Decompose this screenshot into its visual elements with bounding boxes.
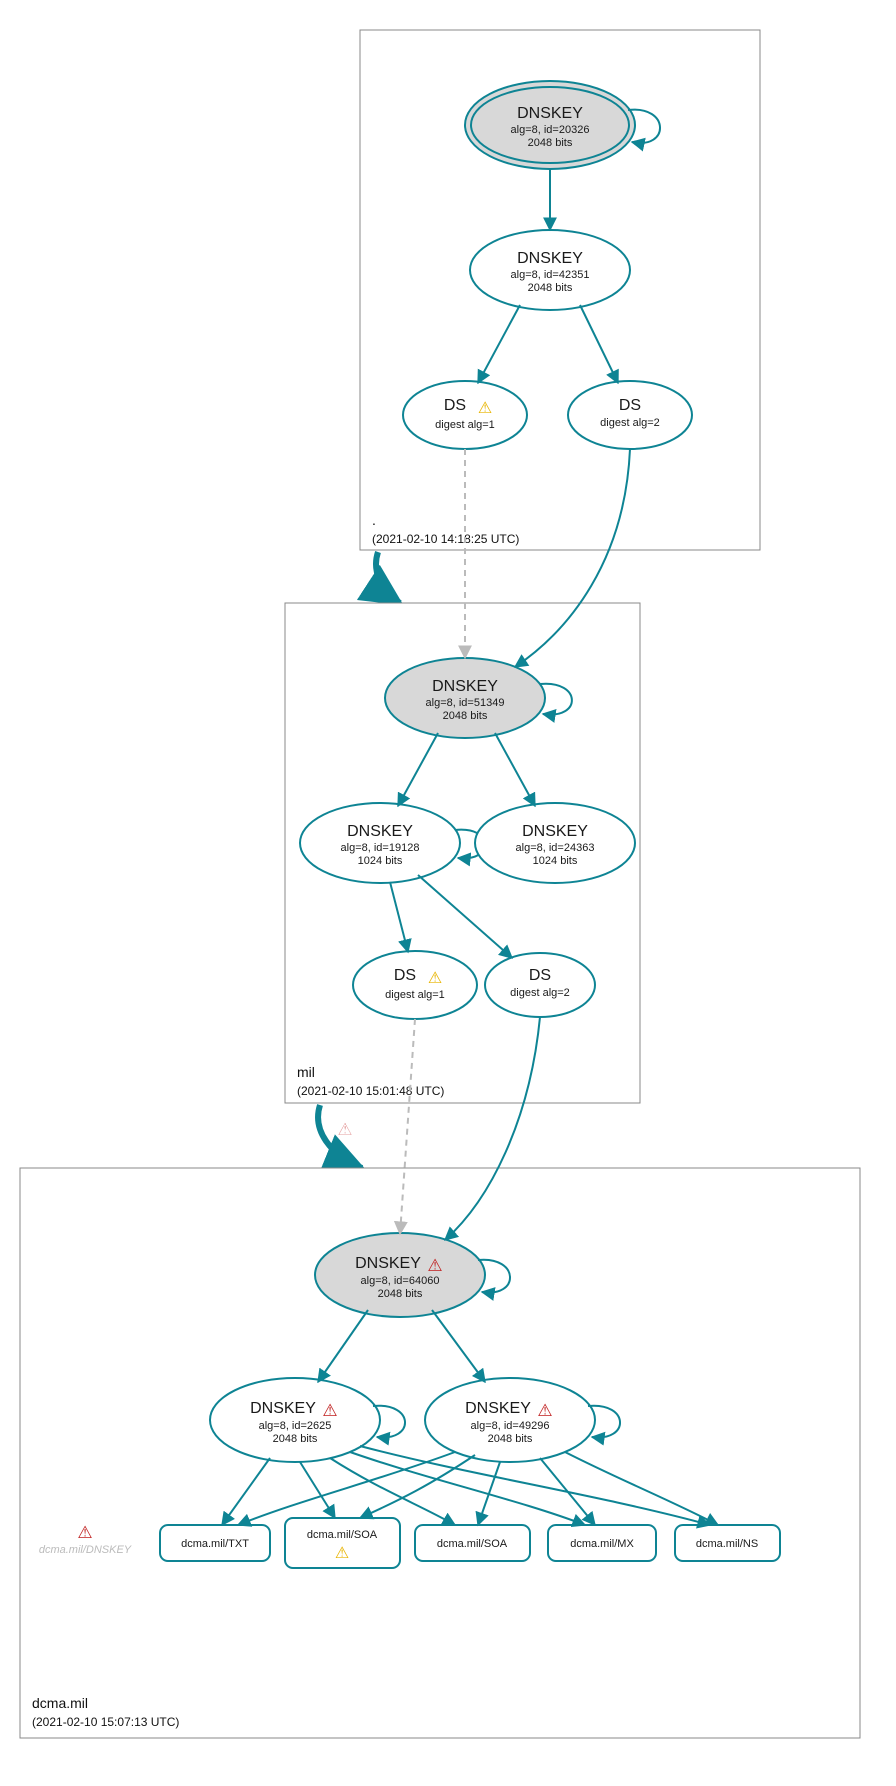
zone-root: . (2021-02-10 14:18:25 UTC) DNSKEY alg=8… [360, 30, 760, 550]
svg-text:alg=8, id=24363: alg=8, id=24363 [516, 842, 595, 854]
zone-root-timestamp: (2021-02-10 14:18:25 UTC) [372, 532, 519, 546]
zone-mil-label: mil [297, 1064, 315, 1080]
node-dcma-ksk[interactable]: DNSKEY ⚠ alg=8, id=64060 2048 bits [315, 1233, 485, 1317]
svg-text:DS: DS [529, 967, 551, 984]
svg-text:alg=8, id=19128: alg=8, id=19128 [341, 842, 420, 854]
svg-text:digest alg=1: digest alg=1 [385, 989, 445, 1001]
svg-text:2048 bits: 2048 bits [528, 282, 573, 294]
rr-soa-warn[interactable]: dcma.mil/SOA ⚠ [285, 1518, 400, 1568]
node-mil-zsk2[interactable]: DNSKEY alg=8, id=24363 1024 bits [475, 803, 635, 883]
error-icon: ⚠ [77, 1523, 92, 1542]
zone-dcma: dcma.mil (2021-02-10 15:07:13 UTC) DNSKE… [20, 1017, 860, 1738]
svg-text:DNSKEY: DNSKEY [517, 250, 583, 267]
svg-text:2048 bits: 2048 bits [443, 710, 488, 722]
svg-text:dcma.mil/NS: dcma.mil/NS [696, 1538, 758, 1550]
svg-text:DNSKEY: DNSKEY [250, 1400, 316, 1417]
svg-text:DNSKEY: DNSKEY [465, 1400, 531, 1417]
zone-root-label: . [372, 512, 376, 528]
svg-text:alg=8, id=2625: alg=8, id=2625 [259, 1420, 332, 1432]
svg-text:1024 bits: 1024 bits [533, 855, 578, 867]
svg-text:alg=8, id=42351: alg=8, id=42351 [511, 269, 590, 281]
edge-delegation-root-mil [376, 552, 400, 603]
svg-text:dcma.mil/SOA: dcma.mil/SOA [307, 1529, 378, 1541]
svg-text:dcma.mil/TXT: dcma.mil/TXT [181, 1538, 249, 1550]
svg-text:2048 bits: 2048 bits [528, 137, 573, 149]
error-icon: ⚠ [427, 1256, 442, 1275]
svg-text:DNSKEY: DNSKEY [432, 678, 498, 695]
node-mil-ksk[interactable]: DNSKEY alg=8, id=51349 2048 bits [385, 658, 545, 738]
svg-text:digest alg=2: digest alg=2 [510, 987, 570, 999]
rr-mx[interactable]: dcma.mil/MX [548, 1525, 656, 1561]
svg-text:DS: DS [394, 967, 416, 984]
svg-text:dcma.mil/MX: dcma.mil/MX [570, 1538, 634, 1550]
error-icon: ⚠ [337, 1120, 352, 1139]
svg-text:1024 bits: 1024 bits [358, 855, 403, 867]
svg-text:dcma.mil/DNSKEY: dcma.mil/DNSKEY [39, 1544, 132, 1556]
svg-text:DS: DS [619, 397, 641, 414]
svg-text:digest alg=2: digest alg=2 [600, 417, 660, 429]
error-icon: ⚠ [322, 1401, 337, 1420]
svg-text:dcma.mil/SOA: dcma.mil/SOA [437, 1538, 508, 1550]
node-root-ksk[interactable]: DNSKEY alg=8, id=20326 2048 bits [465, 81, 635, 169]
warning-icon: ⚠ [478, 400, 492, 417]
node-root-ds1[interactable]: DS ⚠ digest alg=1 [403, 381, 527, 449]
svg-text:alg=8, id=20326: alg=8, id=20326 [511, 124, 590, 136]
svg-text:2048 bits: 2048 bits [488, 1433, 533, 1445]
zone-dcma-timestamp: (2021-02-10 15:07:13 UTC) [32, 1715, 179, 1729]
warning-icon: ⚠ [428, 970, 442, 987]
node-dcma-zsk1[interactable]: DNSKEY ⚠ alg=8, id=2625 2048 bits [210, 1378, 380, 1462]
node-mil-ds2[interactable]: DS digest alg=2 [485, 953, 595, 1017]
node-root-ds2[interactable]: DS digest alg=2 [568, 381, 692, 449]
rr-txt[interactable]: dcma.mil/TXT [160, 1525, 270, 1561]
rr-soa[interactable]: dcma.mil/SOA [415, 1525, 530, 1561]
svg-text:2048 bits: 2048 bits [273, 1433, 318, 1445]
svg-text:2048 bits: 2048 bits [378, 1288, 423, 1300]
svg-text:DS: DS [444, 397, 466, 414]
warning-icon: ⚠ [335, 1545, 349, 1562]
zone-dcma-label: dcma.mil [32, 1695, 88, 1711]
svg-text:DNSKEY: DNSKEY [522, 823, 588, 840]
svg-text:alg=8, id=64060: alg=8, id=64060 [361, 1275, 440, 1287]
svg-text:alg=8, id=49296: alg=8, id=49296 [471, 1420, 550, 1432]
error-icon: ⚠ [537, 1401, 552, 1420]
node-mil-zsk1[interactable]: DNSKEY alg=8, id=19128 1024 bits [300, 803, 460, 883]
svg-text:digest alg=1: digest alg=1 [435, 419, 495, 431]
node-root-zsk[interactable]: DNSKEY alg=8, id=42351 2048 bits [470, 230, 630, 310]
svg-text:DNSKEY: DNSKEY [355, 1255, 421, 1272]
rr-ns[interactable]: dcma.mil/NS [675, 1525, 780, 1561]
svg-text:DNSKEY: DNSKEY [347, 823, 413, 840]
node-mil-ds1[interactable]: DS ⚠ digest alg=1 [353, 951, 477, 1019]
node-dcma-zsk2[interactable]: DNSKEY ⚠ alg=8, id=49296 2048 bits [425, 1378, 595, 1462]
svg-text:alg=8, id=51349: alg=8, id=51349 [426, 697, 505, 709]
zone-mil-timestamp: (2021-02-10 15:01:48 UTC) [297, 1084, 444, 1098]
svg-text:DNSKEY: DNSKEY [517, 105, 583, 122]
